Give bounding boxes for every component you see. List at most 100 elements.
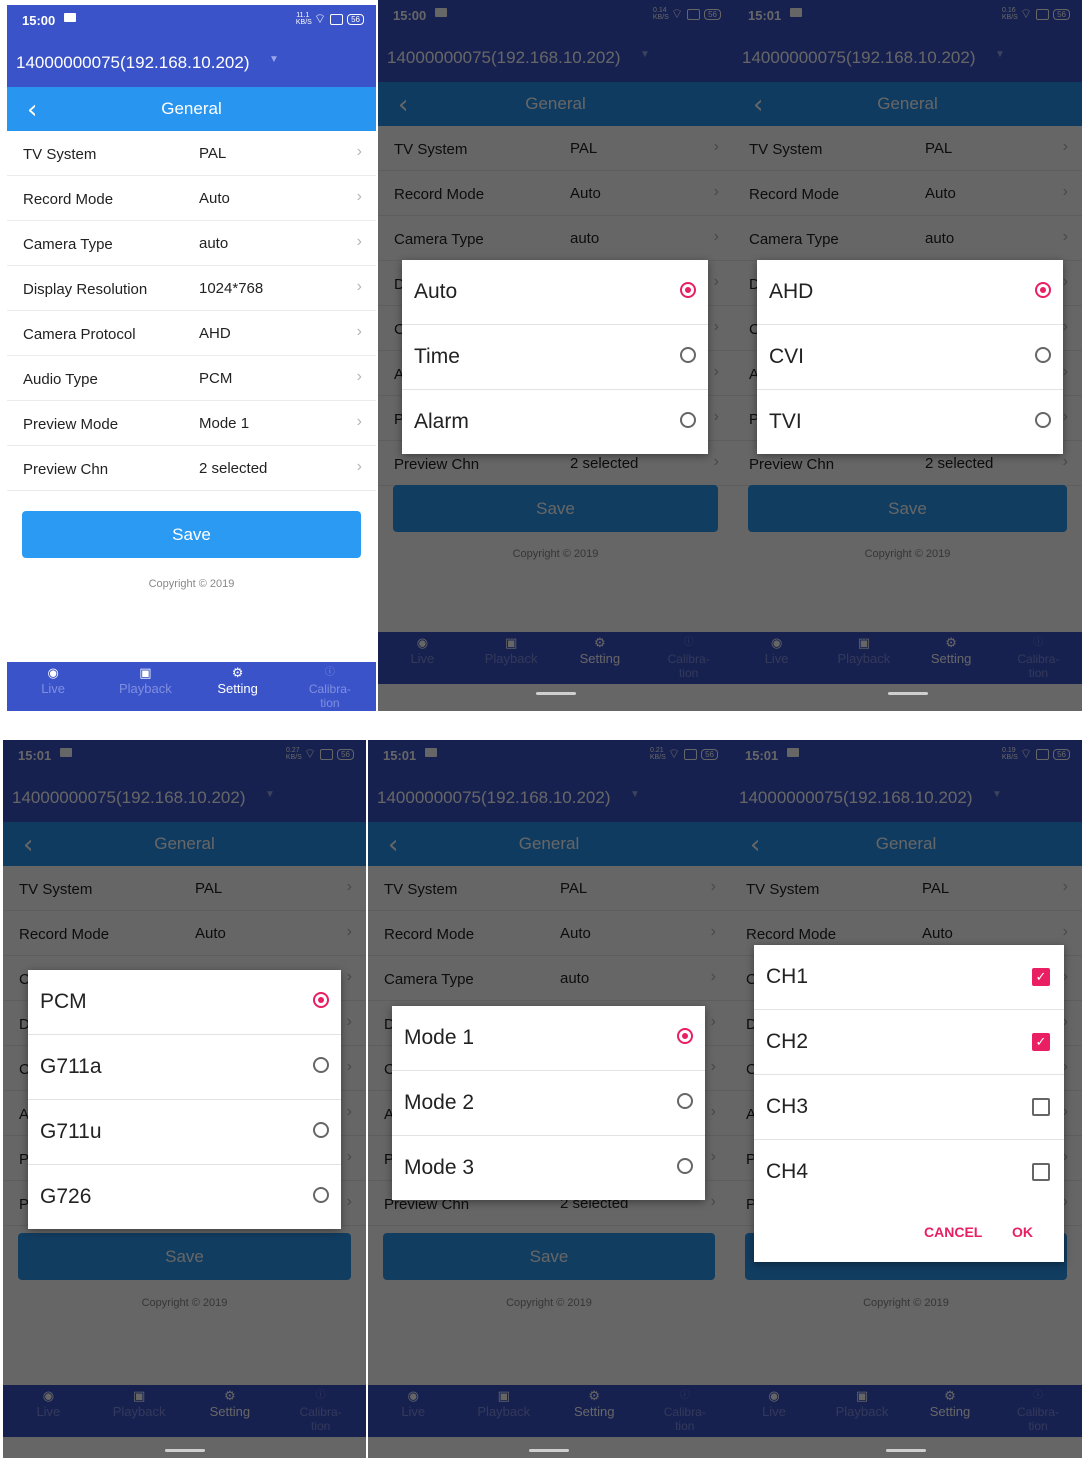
tab-playback[interactable]: ▣Playback — [105, 662, 185, 696]
setting-value: auto — [199, 235, 229, 252]
settings-row[interactable]: Camera Protocol AHD › — [7, 311, 376, 356]
tab-live[interactable]: ◉Live — [13, 662, 93, 696]
option-label: AHD — [769, 280, 814, 303]
chevron-right-icon: › — [356, 368, 362, 385]
gesture-bar — [887, 692, 928, 695]
option-label: CH1 — [766, 965, 809, 988]
settings-row[interactable]: Display Resolution 1024*768 › — [7, 266, 376, 311]
dialog-option[interactable]: Mode 1 — [392, 1006, 705, 1071]
radio-button[interactable] — [680, 347, 696, 363]
dialog-option[interactable]: AHD — [757, 260, 1063, 325]
options-dialog: AHD CVI TVI — [757, 260, 1063, 454]
dialog-option[interactable]: Time — [402, 325, 708, 390]
dialog-option[interactable]: CH4 — [754, 1140, 1064, 1204]
radio-button[interactable] — [680, 412, 696, 428]
options-dialog: CH1 ✓ CH2 ✓ CH3 CH4 CANCEL OK — [754, 945, 1064, 1262]
chevron-right-icon: › — [356, 188, 362, 205]
option-label: Mode 2 — [404, 1091, 475, 1114]
option-label: CH4 — [766, 1160, 809, 1183]
dialog-option[interactable]: CH3 — [754, 1075, 1064, 1140]
phone-screen: 15:010.19 KB/S⌔5614000000075(192.168.10.… — [730, 740, 1082, 1458]
radio-button[interactable] — [677, 1028, 693, 1044]
gesture-bar — [886, 1449, 926, 1452]
dialog-actions: CANCEL OK — [754, 1204, 1064, 1262]
dialog-option[interactable]: G711a — [28, 1035, 341, 1100]
setting-value: Mode 1 — [199, 415, 250, 432]
setting-label: Audio Type — [23, 371, 98, 388]
settings-row[interactable]: TV System PAL › — [7, 131, 376, 176]
phone-screen: 15:010.27 KB/S⌔5614000000075(192.168.10.… — [3, 740, 366, 1458]
radio-button[interactable] — [313, 1057, 329, 1073]
setting-label: TV System — [23, 146, 97, 163]
info-icon: ⓘ — [324, 667, 335, 678]
device-selector[interactable]: 14000000075(192.168.10.202) ▼ — [7, 33, 376, 87]
options-dialog: Mode 1 Mode 2 Mode 3 — [392, 1006, 705, 1200]
tab-setting[interactable]: ⚙Setting — [198, 662, 278, 696]
dialog-option[interactable]: CH2 ✓ — [754, 1010, 1064, 1075]
wifi-icon: ⌔ — [313, 11, 327, 26]
title-bar: ‹General — [7, 87, 376, 131]
chevron-right-icon: › — [356, 143, 362, 160]
ok-button[interactable]: OK — [1012, 1224, 1033, 1240]
tab-calibration[interactable]: ⓘ Calibra- tion — [290, 662, 370, 710]
dialog-option[interactable]: Mode 3 — [392, 1136, 705, 1200]
settings-row[interactable]: Preview Chn 2 selected › — [7, 446, 376, 491]
option-label: Auto — [414, 280, 458, 303]
dialog-option[interactable]: TVI — [757, 390, 1063, 454]
battery-icon: 56 — [347, 13, 364, 25]
dialog-option[interactable]: Auto — [402, 260, 708, 325]
setting-label: Display Resolution — [23, 281, 148, 298]
option-label: Mode 3 — [404, 1156, 475, 1179]
option-label: Time — [414, 345, 460, 368]
dialog-option[interactable]: CVI — [757, 325, 1063, 390]
device-name: 14000000075(192.168.10.202) — [16, 53, 250, 72]
setting-label: Preview Chn — [23, 461, 109, 478]
radio-button[interactable] — [313, 992, 329, 1008]
option-label: CVI — [769, 345, 805, 368]
dialog-option[interactable]: G711u — [28, 1100, 341, 1165]
radio-button[interactable] — [1035, 412, 1051, 428]
setting-value: Auto — [199, 190, 230, 207]
bottom-tab-bar: ◉Live ▣Playback ⚙Setting ⓘ Calibra- tion — [7, 662, 376, 711]
checkbox[interactable] — [1032, 1163, 1050, 1181]
checkbox[interactable]: ✓ — [1032, 1033, 1050, 1051]
settings-row[interactable]: Preview Mode Mode 1 › — [7, 401, 376, 446]
settings-row[interactable]: Record Mode Auto › — [7, 176, 376, 221]
cancel-button[interactable]: CANCEL — [924, 1224, 982, 1240]
dropdown-caret-icon: ▼ — [269, 54, 279, 65]
option-label: Alarm — [414, 410, 469, 433]
radio-button[interactable] — [677, 1093, 693, 1109]
image-icon: ▣ — [139, 665, 152, 680]
setting-value: PAL — [199, 145, 227, 162]
settings-list: TV System PAL › Record Mode Auto › Camera Type… — [7, 131, 376, 491]
setting-value: 1024*768 — [199, 280, 264, 297]
radio-button[interactable] — [1035, 347, 1051, 363]
page-title: General — [161, 99, 222, 118]
message-icon — [64, 13, 76, 22]
gesture-bar — [535, 692, 576, 695]
tab-label: Playback — [119, 681, 172, 696]
checkbox[interactable]: ✓ — [1032, 968, 1050, 986]
chevron-right-icon: › — [356, 323, 362, 340]
radio-button[interactable] — [313, 1187, 329, 1203]
dialog-option[interactable]: PCM — [28, 970, 341, 1035]
setting-label: Record Mode — [23, 191, 114, 208]
gesture-bar — [164, 1449, 205, 1452]
dialog-option[interactable]: CH1 ✓ — [754, 945, 1064, 1010]
radio-button[interactable] — [680, 282, 696, 298]
checkbox[interactable] — [1032, 1098, 1050, 1116]
setting-value: AHD — [199, 325, 231, 342]
phone-screen: 15:010.21 KB/S⌔5614000000075(192.168.10.… — [368, 740, 730, 1458]
setting-label: Camera Type — [23, 236, 113, 253]
settings-row[interactable]: Camera Type auto › — [7, 221, 376, 266]
gear-icon: ⚙ — [231, 665, 244, 680]
dialog-option[interactable]: Alarm — [402, 390, 708, 454]
dialog-option[interactable]: Mode 2 — [392, 1071, 705, 1136]
settings-row[interactable]: Audio Type PCM › — [7, 356, 376, 401]
radio-button[interactable] — [677, 1158, 693, 1174]
dialog-option[interactable]: G726 — [28, 1165, 341, 1229]
radio-button[interactable] — [313, 1122, 329, 1138]
phone-screen: 15:010.16 KB/S⌔5614000000075(192.168.10.… — [733, 0, 1082, 711]
radio-button[interactable] — [1035, 282, 1051, 298]
save-button[interactable]: Save — [22, 511, 361, 558]
